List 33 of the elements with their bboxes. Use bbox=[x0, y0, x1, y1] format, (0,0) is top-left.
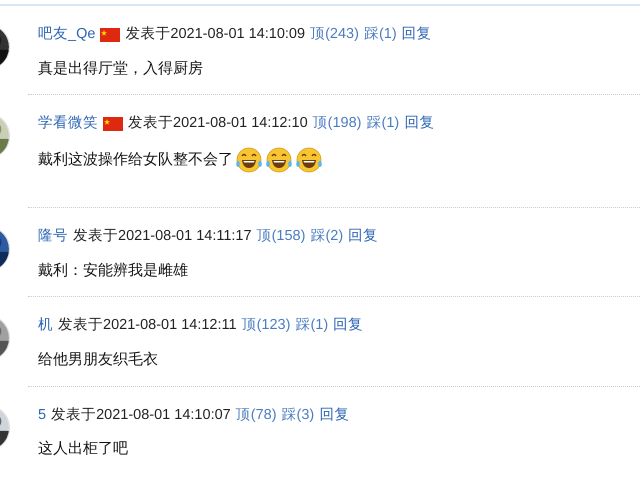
upvote-link[interactable]: 顶(78) bbox=[236, 404, 277, 426]
reply-link[interactable]: 回复 bbox=[402, 24, 432, 46]
username[interactable]: 5 bbox=[38, 404, 46, 426]
downvote-link[interactable]: 踩(1) bbox=[364, 24, 397, 46]
upvote-link[interactable]: 顶(123) bbox=[242, 315, 290, 337]
reply-link[interactable]: 回复 bbox=[319, 404, 350, 426]
reply-link[interactable]: 回复 bbox=[404, 113, 434, 135]
post-time: 发表于2021-08-01 14:10:09 bbox=[125, 25, 306, 44]
comment-text: 这人出柜了吧 bbox=[38, 439, 128, 460]
comment-text: 戴利这波操作给女队整不会了 bbox=[38, 150, 233, 170]
username[interactable]: 学看微笑 bbox=[38, 113, 98, 135]
upvote-link[interactable]: 顶(158) bbox=[256, 226, 306, 248]
post-time: 发表于2021-08-01 14:12:10 bbox=[128, 114, 308, 134]
laughing-emoji-icon bbox=[235, 147, 263, 173]
downvote-link[interactable]: 踩(1) bbox=[366, 113, 400, 135]
upvote-link[interactable]: 顶(243) bbox=[310, 24, 359, 46]
downvote-link[interactable]: 踩(2) bbox=[310, 226, 344, 248]
comment-text: 真是出得厅堂，入得厨房 bbox=[38, 58, 203, 79]
username[interactable]: 吧友_Qe bbox=[38, 24, 96, 46]
upvote-link[interactable]: 顶(198) bbox=[312, 113, 362, 135]
post-time: 发表于2021-08-01 14:12:11 bbox=[58, 316, 237, 336]
reply-link[interactable]: 回复 bbox=[348, 226, 378, 248]
laughing-emoji-icon bbox=[295, 147, 323, 173]
comment-text: 戴利：安能辨我是雌雄 bbox=[38, 260, 188, 281]
laughing-emoji-icon bbox=[265, 147, 293, 173]
post-time: 发表于2021-08-01 14:11:17 bbox=[73, 227, 252, 246]
downvote-link[interactable]: 踩(1) bbox=[295, 315, 328, 337]
comment-text: 给他男朋友织毛衣 bbox=[38, 350, 158, 370]
username[interactable]: 机 bbox=[38, 315, 53, 337]
downvote-link[interactable]: 踩(3) bbox=[282, 404, 314, 426]
post-time: 发表于2021-08-01 14:10:07 bbox=[51, 406, 231, 424]
reply-link[interactable]: 回复 bbox=[333, 315, 364, 337]
username[interactable]: 隆号 bbox=[38, 226, 68, 248]
